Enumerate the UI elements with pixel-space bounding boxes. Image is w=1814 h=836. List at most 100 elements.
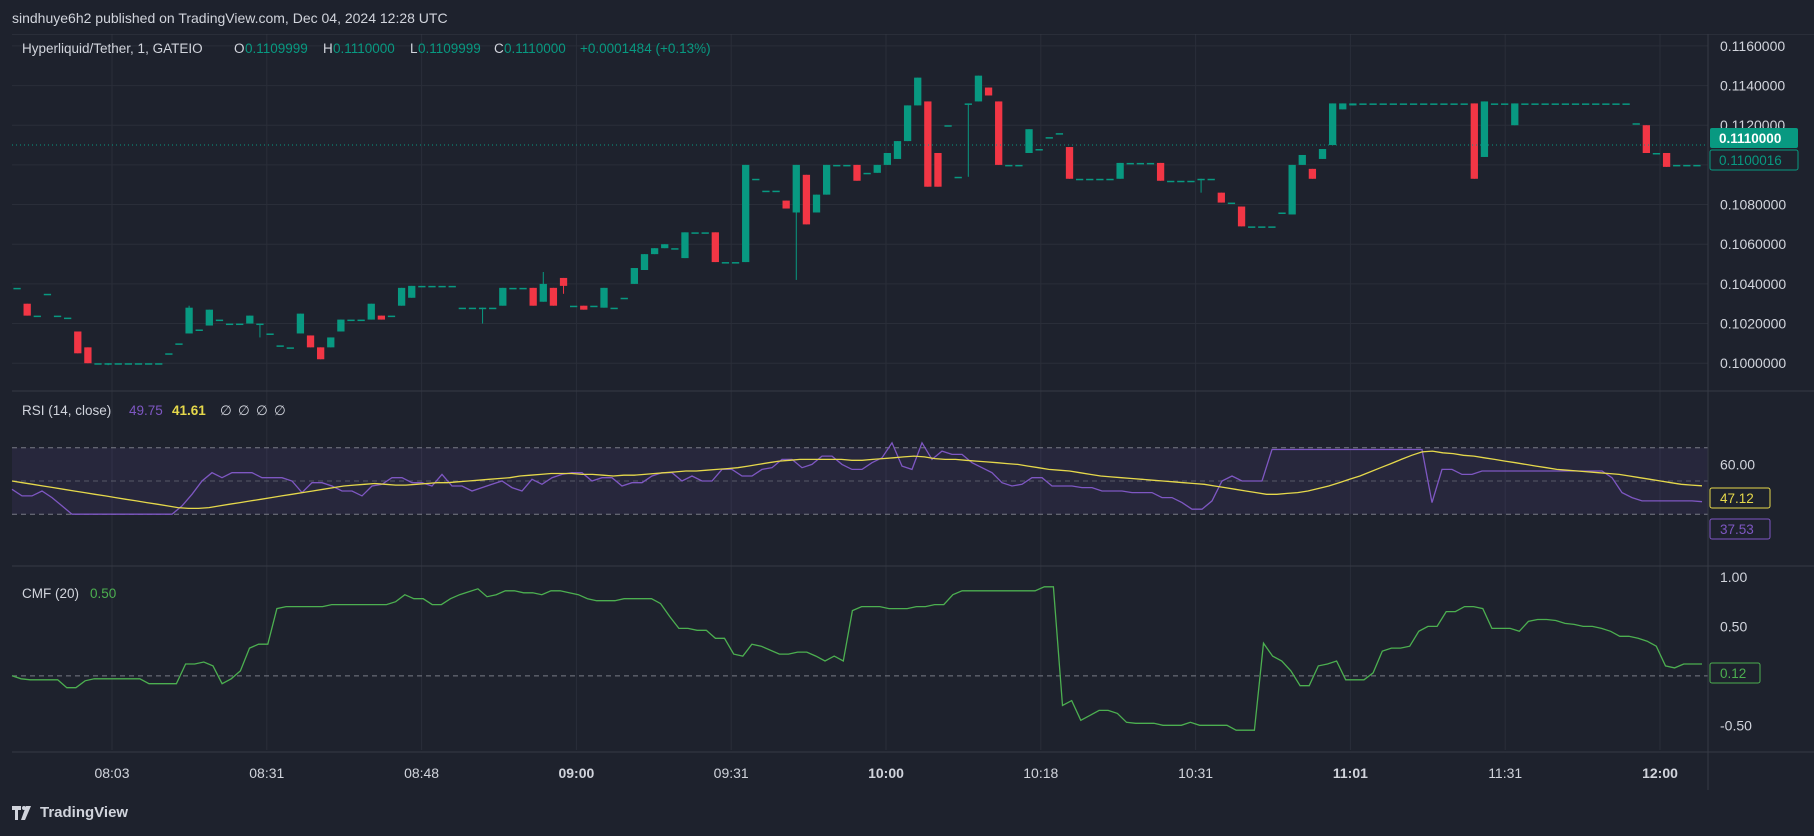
candle-body [489,307,497,310]
cmf-tick-label: 0.50 [1720,618,1747,634]
candle-body [1602,103,1610,105]
candle-body [1035,149,1043,151]
candle-body [266,333,274,335]
candle-body [1086,178,1094,181]
candle-body [1156,162,1165,181]
high-value: 0.1110000 [333,41,395,56]
candle-body [772,190,780,193]
candle-body [144,363,153,365]
candle-body [1126,162,1134,165]
candle-body [1561,103,1570,105]
brand-label: TradingView [40,804,129,821]
candle-body [752,178,760,181]
published-header: sindhuye6h2 published on TradingView.com… [12,10,448,26]
price-legend: Hyperliquid/Tether, 1, GATEIO O 0.110999… [22,41,711,56]
candle-body [1349,103,1357,106]
candle-body [256,323,264,326]
candle-body [1673,164,1681,167]
candle-body [509,287,517,290]
candle-body [843,164,851,167]
candle-body [53,315,62,318]
candle-body [1612,103,1620,105]
candle-body [195,329,203,332]
price-tick-label: 0.1060000 [1720,236,1786,252]
candle-body [428,285,436,288]
candle-body [134,363,143,365]
cmf-line [11,586,1702,731]
candle-body [640,254,649,271]
candle-body [1581,103,1590,105]
candle-body [74,331,82,354]
candle-body [1298,154,1306,165]
candle-body [782,200,790,209]
time-tick-label: 08:03 [94,765,129,781]
low-value: 0.1109999 [418,41,481,56]
candle-body [570,305,578,308]
candle-body [519,287,527,290]
candle-body [1652,152,1661,155]
candle-body [478,307,487,310]
candle-body [610,307,618,310]
time-tick-label: 11:31 [1488,765,1522,781]
candle-body [1359,103,1367,105]
candle-body [934,152,942,187]
candle-body [1167,180,1175,183]
tradingview-logo-icon [12,805,31,820]
candle-body [873,164,881,173]
cmf-tag-text: 0.12 [1720,666,1746,681]
candle-body [1339,103,1347,110]
candle-body [1409,103,1418,105]
candle-body [1268,226,1276,228]
candle-body [1521,103,1529,105]
candle-body [114,363,122,365]
price-tick-label: 0.1140000 [1720,78,1785,94]
candle-body [1217,192,1225,203]
candle-body [13,287,21,290]
candle-body [620,297,628,300]
symbol-label: Hyperliquid/Tether, 1, GATEIO [22,41,203,56]
candle-body [1227,202,1236,205]
candle-body [84,347,92,364]
open-value: 0.1109999 [245,41,308,56]
candle-body [691,232,699,234]
trading-chart[interactable]: 08:03 08:31 08:48 09:00 09:31 10:00 10:18 10:31… [0,34,1814,790]
cmf-value: 0.50 [90,586,116,601]
cmf-tick-label: -0.50 [1720,717,1752,733]
candle-body [337,319,345,332]
candle-body [883,152,892,165]
candle-body [276,345,284,347]
candle-body [822,164,831,195]
time-tick-label: 09:31 [714,765,749,781]
candle-body [1511,103,1519,126]
candle-body [448,285,456,288]
candle-body [1642,125,1650,153]
candle-body [559,277,568,286]
candle-body [1197,178,1205,181]
footer-brand[interactable]: TradingView [12,804,128,821]
grid-layer [12,34,1708,750]
candle-body [104,363,112,365]
candle-body [903,105,912,142]
candle-body [1055,133,1064,135]
candle-body [1460,103,1468,105]
candle-body [742,164,750,263]
rsi-tag-text: 37.53 [1720,522,1754,537]
candle-body [1683,164,1691,167]
candle-body [215,319,224,322]
candle-body [438,285,446,288]
price-tick-label: 0.1160000 [1720,38,1785,54]
candle-body [954,176,962,179]
candle-body [1248,226,1256,228]
candle-body [964,103,972,105]
candle-body [327,337,335,348]
candle-body [185,307,193,334]
secondary-price-text: 0.1100016 [1719,153,1782,168]
time-tick-label: 09:00 [558,765,594,781]
cmf-tick-label: 1.00 [1720,569,1747,585]
candle-body [236,323,244,326]
time-tick-label: 08:31 [249,765,284,781]
candle-body [1531,103,1539,105]
rsi-legend: RSI (14, close) 49.75 41.61 ∅ ∅ ∅ ∅ [22,403,286,418]
candle-body [1389,103,1397,105]
candle-body [580,305,588,310]
